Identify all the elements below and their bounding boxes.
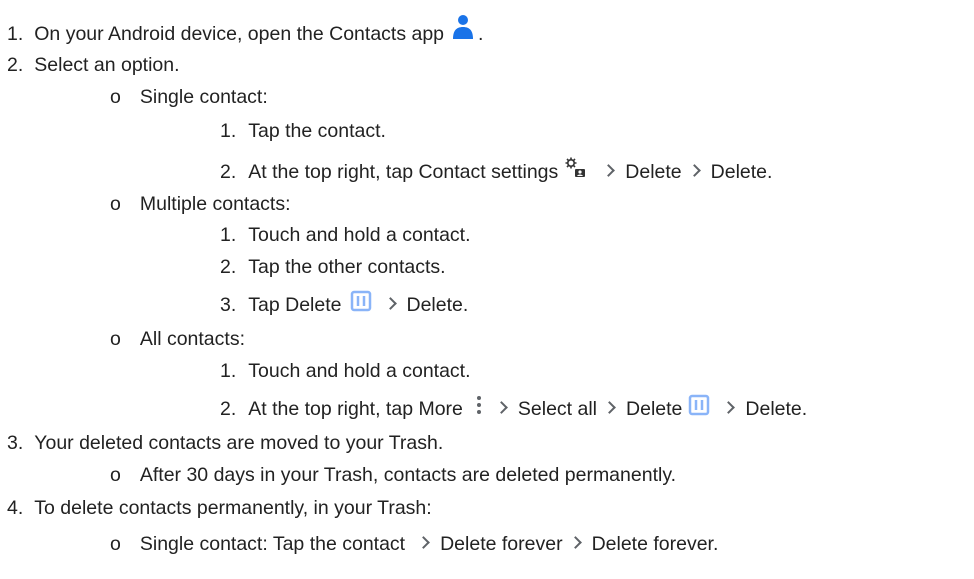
step-text-a: Delete — [625, 161, 682, 183]
chevron-right-icon — [603, 400, 616, 414]
step-1: 1. On your Android device, open the Cont… — [7, 15, 484, 51]
trash-icon — [350, 290, 372, 312]
chevron-right-icon — [722, 400, 736, 414]
option-text: After 30 days in your Trash, contacts ar… — [139, 464, 677, 486]
step-number: 3. — [220, 294, 237, 316]
substep-contact-settings-delete: 2. At the top right, tap Contact setting… — [220, 155, 772, 189]
step-number: 3. — [7, 432, 24, 454]
substep-touch-hold-all: 1. Touch and hold a contact. — [220, 354, 471, 388]
option-text: Single contact: — [139, 86, 268, 108]
bullet: o — [110, 193, 121, 215]
step-text-a: Delete forever — [440, 533, 563, 555]
substep-tap-contact: 1. Tap the contact. — [220, 114, 386, 148]
step-text: On your Android device, open the Contact… — [34, 23, 445, 45]
substep-tap-other: 2. Tap the other contacts. — [220, 250, 446, 284]
substep-tap-delete: 3. Tap Delete Delete. — [220, 288, 468, 322]
bullet: o — [110, 86, 121, 108]
step-text-end: . — [478, 23, 484, 45]
chevron-right-icon — [495, 400, 508, 414]
step-text-b: Delete — [626, 398, 683, 420]
bullet: o — [110, 464, 121, 486]
step-text: Tap the other contacts. — [248, 256, 446, 278]
option-multiple-contacts: o Multiple contacts: — [110, 187, 291, 221]
step-text: Your deleted contacts are moved to your … — [34, 432, 444, 454]
step-text: At the top right, tap Contact settings — [248, 161, 559, 183]
step-text: Select an option. — [34, 54, 180, 76]
option-text: All contacts: — [139, 328, 245, 350]
step-number: 2. — [220, 256, 237, 278]
gear-person-icon — [564, 156, 588, 180]
step-number: 1. — [220, 224, 237, 246]
chevron-right-icon — [602, 163, 616, 177]
step-2: 2. Select an option. — [7, 48, 180, 82]
step-number: 2. — [220, 398, 237, 420]
step-number: 1. — [7, 23, 24, 45]
chevron-right-icon — [417, 535, 430, 549]
step-text: Touch and hold a contact. — [248, 224, 471, 246]
step-text-a: Delete. — [406, 294, 469, 316]
bullet-trash-30-days: o After 30 days in your Trash, contacts … — [110, 458, 676, 492]
substep-more-select-all: 2. At the top right, tap More Select all… — [220, 392, 807, 426]
substep-touch-hold: 1. Touch and hold a contact. — [220, 218, 471, 252]
step-number: 2. — [7, 54, 24, 76]
step-number: 4. — [7, 497, 24, 519]
chevron-right-icon — [383, 296, 397, 310]
step-number: 1. — [220, 120, 237, 142]
step-text: Tap the contact. — [248, 120, 386, 142]
step-text-b: Delete. — [710, 161, 773, 183]
step-number: 1. — [220, 360, 237, 382]
bullet: o — [110, 328, 121, 350]
trash-icon — [688, 394, 710, 416]
step-text: At the top right, tap More — [248, 398, 463, 420]
bullet: o — [110, 533, 121, 555]
option-single-contact: o Single contact: — [110, 80, 268, 114]
option-text: Single contact: Tap the contact — [139, 533, 406, 555]
bullet-delete-forever: o Single contact: Tap the contact Delete… — [110, 527, 718, 561]
step-text-b: Delete forever. — [591, 533, 719, 555]
step-text: Touch and hold a contact. — [248, 360, 471, 382]
step-3: 3. Your deleted contacts are moved to yo… — [7, 426, 443, 460]
step-text: Tap Delete — [248, 294, 342, 316]
person-icon — [452, 15, 474, 41]
step-text-c: Delete. — [745, 398, 808, 420]
step-text-a: Select all — [517, 398, 598, 420]
chevron-right-icon — [687, 163, 701, 177]
chevron-right-icon — [568, 535, 582, 549]
option-text: Multiple contacts: — [139, 193, 291, 215]
step-4: 4. To delete contacts permanently, in yo… — [7, 491, 432, 525]
step-number: 2. — [220, 161, 237, 183]
option-all-contacts: o All contacts: — [110, 322, 245, 356]
step-text: To delete contacts permanently, in your … — [34, 497, 432, 519]
more-vert-icon — [475, 395, 483, 415]
